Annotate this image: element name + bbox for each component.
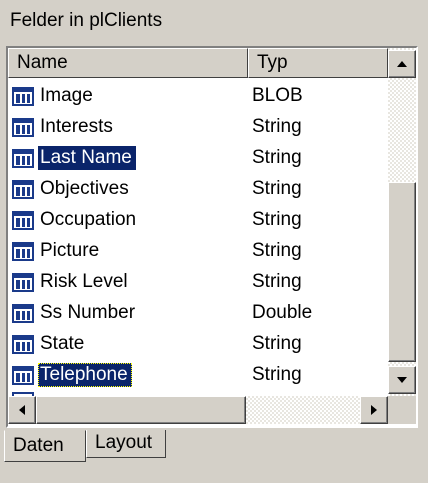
tab-layout[interactable]: Layout: [86, 430, 166, 458]
arrow-up-icon: [397, 61, 407, 67]
field-type: String: [252, 116, 302, 137]
field-name: Ss Number: [40, 302, 136, 323]
field-row[interactable]: Image BLOB: [8, 80, 388, 111]
scroll-left-button[interactable]: [8, 396, 36, 424]
field-row[interactable]: Picture String: [8, 235, 388, 266]
field-row[interactable]: Occupation String: [8, 204, 388, 235]
tab-bar: Daten Layout: [0, 430, 428, 483]
panel-header: Felder in plClients: [0, 0, 428, 42]
field-name: Risk Level: [40, 271, 128, 292]
field-type: BLOB: [252, 85, 303, 106]
field-row[interactable]: State String: [8, 328, 388, 359]
vertical-scroll-thumb[interactable]: [388, 182, 416, 362]
panel-title: Felder in plClients: [10, 10, 163, 31]
field-name: Last Name: [38, 146, 136, 170]
field-row[interactable]: Ss Number Double: [8, 297, 388, 328]
field-table-icon: [12, 211, 34, 230]
field-name: Image: [40, 85, 93, 106]
field-table-icon: [12, 273, 34, 292]
field-type: String: [252, 333, 302, 354]
field-name: State: [40, 333, 85, 354]
arrow-right-icon: [371, 405, 377, 415]
column-header-name[interactable]: Name: [8, 48, 248, 78]
arrow-left-icon: [19, 405, 25, 415]
scroll-up-button[interactable]: [388, 50, 416, 78]
field-table-icon: [12, 366, 34, 385]
field-name: Objectives: [40, 178, 129, 199]
field-type: String: [252, 209, 302, 230]
field-row[interactable]: Interests String: [8, 111, 388, 142]
field-row[interactable]: Objectives String: [8, 173, 388, 204]
field-list[interactable]: Name Typ Image BLOB Interests String Last Na…: [6, 46, 418, 428]
field-type: Double: [252, 302, 313, 323]
field-row[interactable]: Risk Level String: [8, 266, 388, 297]
field-name: Interests: [40, 116, 113, 137]
field-row[interactable]: Telephone String: [8, 359, 388, 390]
vertical-scrollbar[interactable]: [388, 48, 416, 396]
field-table-icon: [12, 118, 34, 137]
field-row[interactable]: Last Name String: [8, 142, 388, 173]
field-list-viewport: Name Typ Image BLOB Interests String Last Na…: [8, 48, 388, 396]
field-table-icon: [12, 180, 34, 199]
tab-daten[interactable]: Daten: [4, 430, 86, 462]
field-type: String: [252, 147, 302, 168]
field-type: String: [252, 240, 302, 261]
arrow-down-icon: [397, 377, 407, 383]
horizontal-scroll-thumb[interactable]: [36, 396, 246, 424]
column-header-type[interactable]: Typ: [248, 48, 388, 78]
horizontal-scrollbar[interactable]: [8, 396, 388, 424]
field-type: String: [252, 364, 302, 385]
field-table-icon: [12, 149, 34, 168]
field-table-icon: [12, 87, 34, 106]
field-name: Telephone: [38, 363, 132, 387]
partial-row: [8, 388, 388, 396]
field-name: Occupation: [40, 209, 137, 230]
field-table-icon: [12, 304, 34, 323]
scroll-down-button[interactable]: [388, 366, 416, 394]
field-type: String: [252, 271, 302, 292]
field-name: Picture: [40, 240, 100, 261]
scroll-right-button[interactable]: [360, 396, 388, 424]
field-type: String: [252, 178, 302, 199]
scrollbar-corner: [388, 396, 416, 424]
field-table-icon: [12, 335, 34, 354]
field-table-icon: [12, 242, 34, 261]
